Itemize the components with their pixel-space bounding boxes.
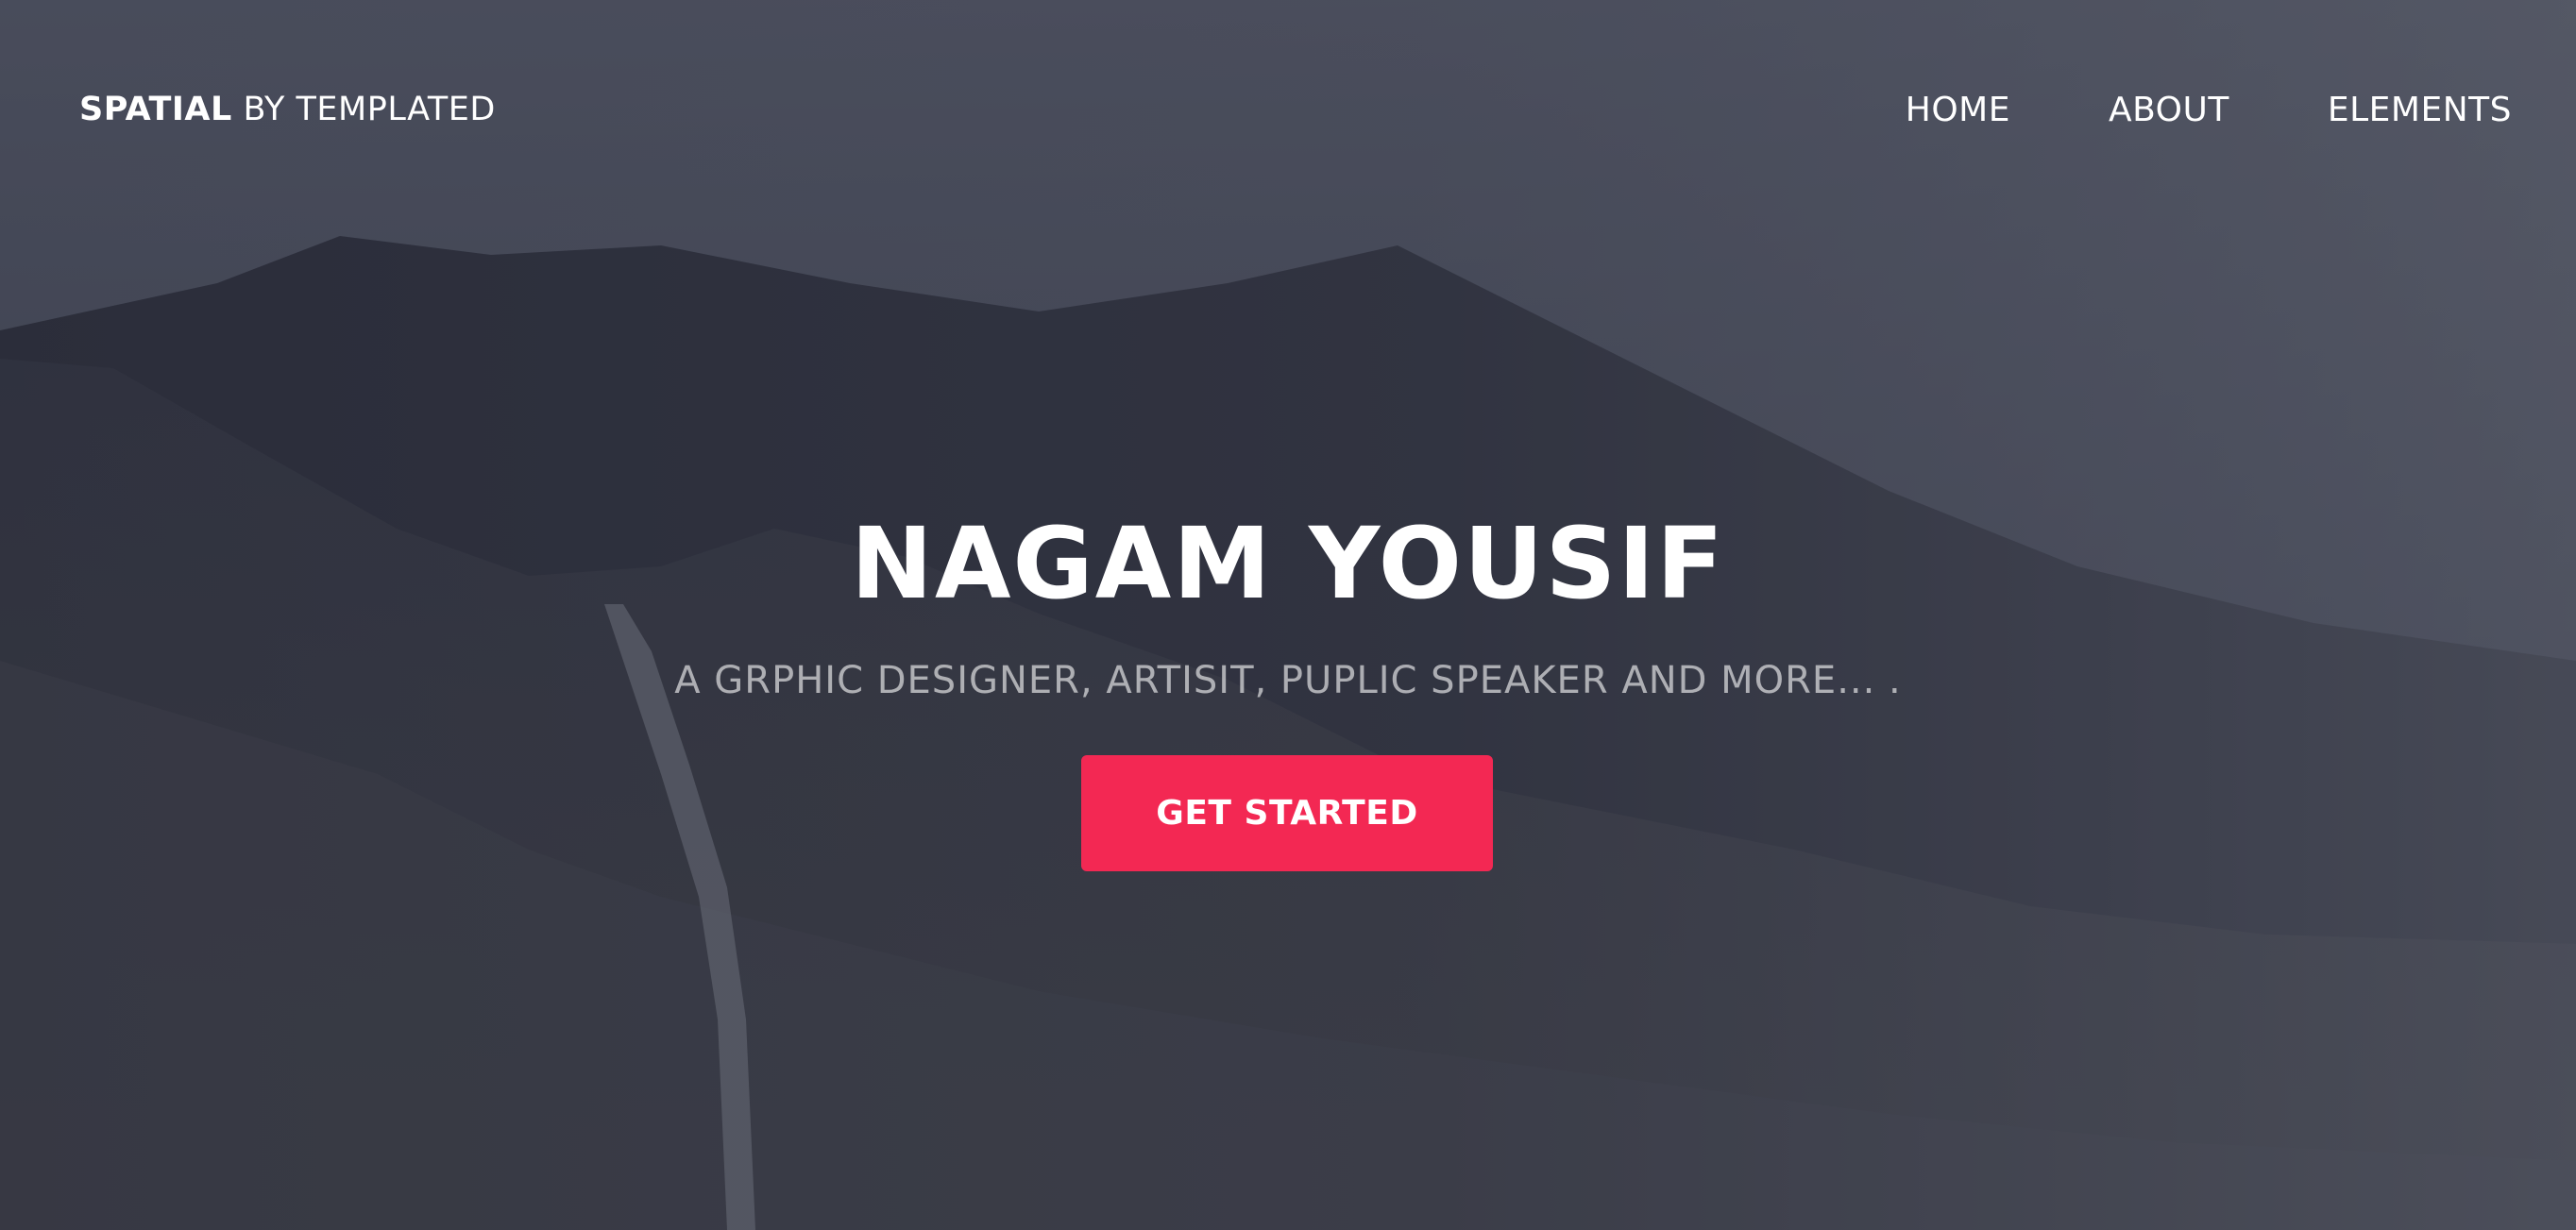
site-header: SPATIAL BY TEMPLATED HOME ABOUT ELEMENTS [0,0,2576,223]
logo-byline: BY TEMPLATED [243,91,496,128]
hero-subtitle: A GRPHIC DESIGNER, ARTISIT, PUPLIC SPEAK… [674,659,1902,702]
logo-brand: SPATIAL [79,91,232,128]
nav-link-elements[interactable]: ELEMENTS [2328,91,2512,129]
nav-link-about[interactable]: ABOUT [2109,91,2229,129]
get-started-button[interactable]: GET STARTED [1081,755,1493,871]
hero-banner: SPATIAL BY TEMPLATED HOME ABOUT ELEMENTS… [0,0,2576,1230]
hero-title: NAGAM YOUSIF [850,505,1726,621]
site-logo[interactable]: SPATIAL BY TEMPLATED [79,91,496,128]
main-nav: HOME ABOUT ELEMENTS [1807,91,2512,129]
nav-link-home[interactable]: HOME [1906,91,2010,129]
